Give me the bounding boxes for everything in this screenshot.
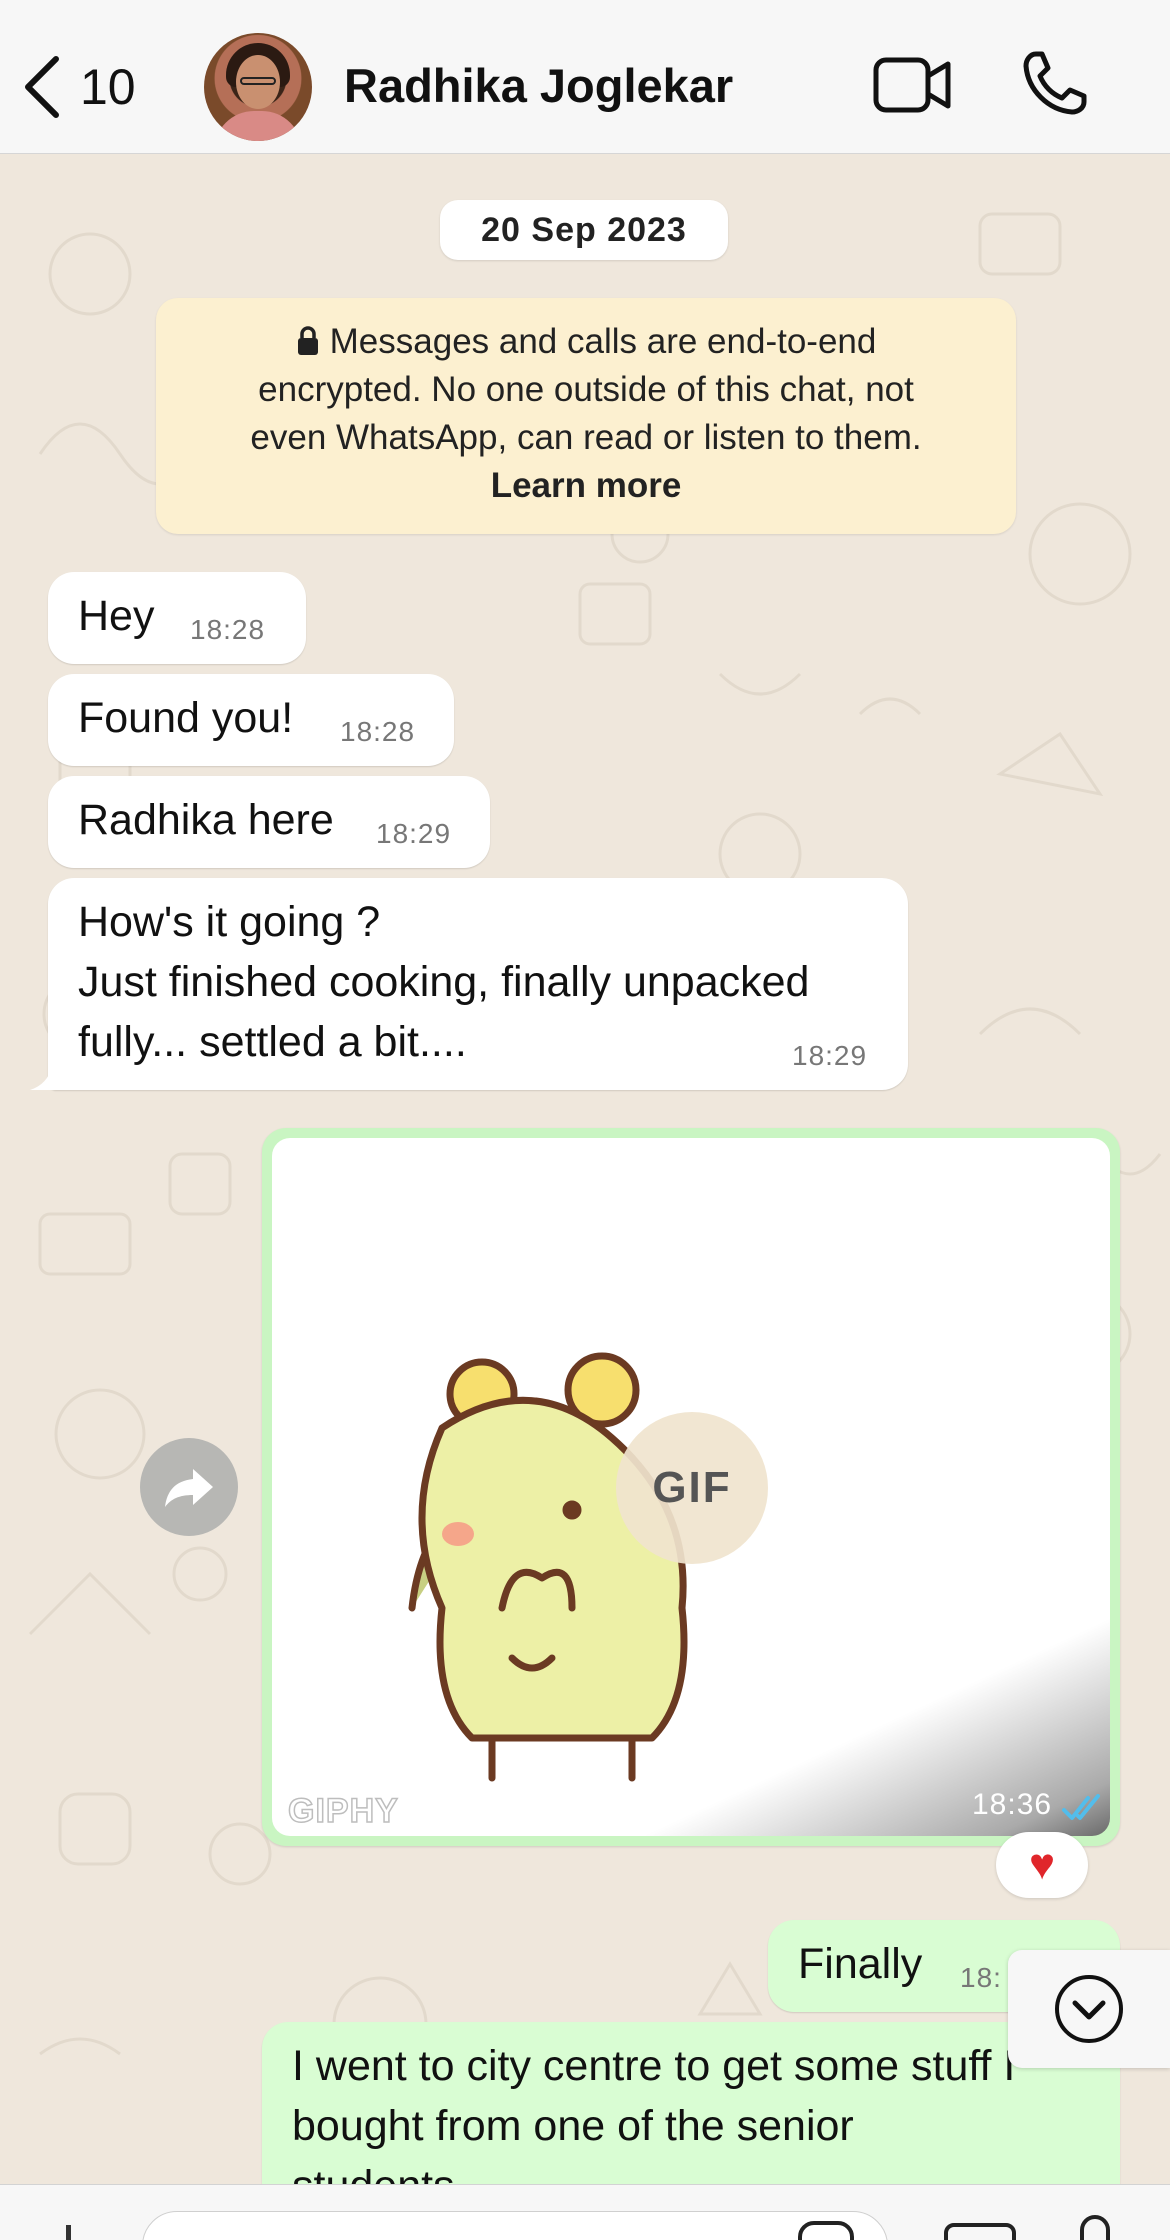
message-input[interactable] <box>142 2211 888 2240</box>
date-separator: 20 Sep 2023 <box>440 200 728 260</box>
giphy-watermark: GIPHY <box>287 1791 399 1831</box>
learn-more-link[interactable]: Learn more <box>156 462 1016 510</box>
lock-icon <box>297 326 318 355</box>
chevron-down-circle-icon <box>1055 1975 1123 2043</box>
message-text-line3: fully... settled a bit.... <box>78 1018 467 1066</box>
encryption-text-line2: encrypted. No one outside of this chat, … <box>258 370 914 409</box>
message-text: Radhika here <box>78 796 334 844</box>
message-time: 18:29 <box>376 818 452 849</box>
message-text-line1: How's it going ? <box>78 898 381 946</box>
chat-header: 10 Radhika Joglekar <box>0 0 1170 154</box>
message-text: Finally <box>798 1940 923 1988</box>
message-time: 18: <box>960 1962 1002 1993</box>
reaction-heart[interactable]: ♥ <box>996 1832 1088 1898</box>
message-text-line2: bought from one of the senior <box>292 2102 854 2150</box>
voice-call-button[interactable] <box>1022 50 1088 121</box>
message-text: Hey <box>78 592 155 640</box>
scroll-to-bottom-button[interactable] <box>1008 1950 1170 2068</box>
encryption-notice[interactable]: Messages and calls are end-to-end encryp… <box>156 298 1016 534</box>
encryption-text-line3: even WhatsApp, can read or listen to the… <box>250 418 922 457</box>
chevron-left-icon <box>25 56 59 118</box>
gif-play-badge[interactable]: GIF <box>616 1412 768 1564</box>
unread-count: 10 <box>80 59 136 115</box>
back-button[interactable]: 10 <box>22 52 136 122</box>
video-camera-icon <box>873 57 951 113</box>
forward-arrow-icon <box>165 1469 213 1507</box>
encryption-text-line1: Messages and calls are end-to-end <box>329 322 877 361</box>
phone-icon <box>1023 51 1087 115</box>
message-text: Found you! <box>78 694 294 742</box>
message-text-line2: Just finished cooking, finally unpacked <box>78 958 810 1006</box>
message-bubble-incoming[interactable]: Hey 18:28 <box>48 572 306 664</box>
message-bubble-incoming[interactable]: How's it going ? Just finished cooking, … <box>48 878 908 1090</box>
forward-button[interactable] <box>140 1438 238 1536</box>
plus-icon[interactable] <box>66 2225 71 2240</box>
camera-icon[interactable] <box>944 2223 1016 2240</box>
video-call-button[interactable] <box>872 52 952 123</box>
message-bubble-incoming[interactable]: Found you! 18:28 <box>48 674 454 766</box>
message-input-bar <box>0 2184 1170 2240</box>
message-time: 18:28 <box>190 614 266 645</box>
read-receipt-icon <box>1062 1794 1100 1820</box>
contact-avatar[interactable] <box>204 33 312 141</box>
heart-icon: ♥ <box>1028 1840 1056 1889</box>
sticker-icon[interactable] <box>798 2221 854 2240</box>
message-text-line1: I went to city centre to get some stuff … <box>292 2042 1016 2090</box>
message-time: 18:29 <box>792 1040 868 1071</box>
chat-screen: 10 Radhika Joglekar 20 Sep 2023 Messages… <box>0 0 1170 2240</box>
message-time: 18:36 <box>972 1788 1053 1821</box>
microphone-icon[interactable] <box>1080 2215 1110 2240</box>
bubble-tail <box>30 1066 60 1090</box>
message-time: 18:28 <box>340 716 416 747</box>
message-bubble-incoming[interactable]: Radhika here 18:29 <box>48 776 490 868</box>
contact-name[interactable]: Radhika Joglekar <box>344 58 733 113</box>
